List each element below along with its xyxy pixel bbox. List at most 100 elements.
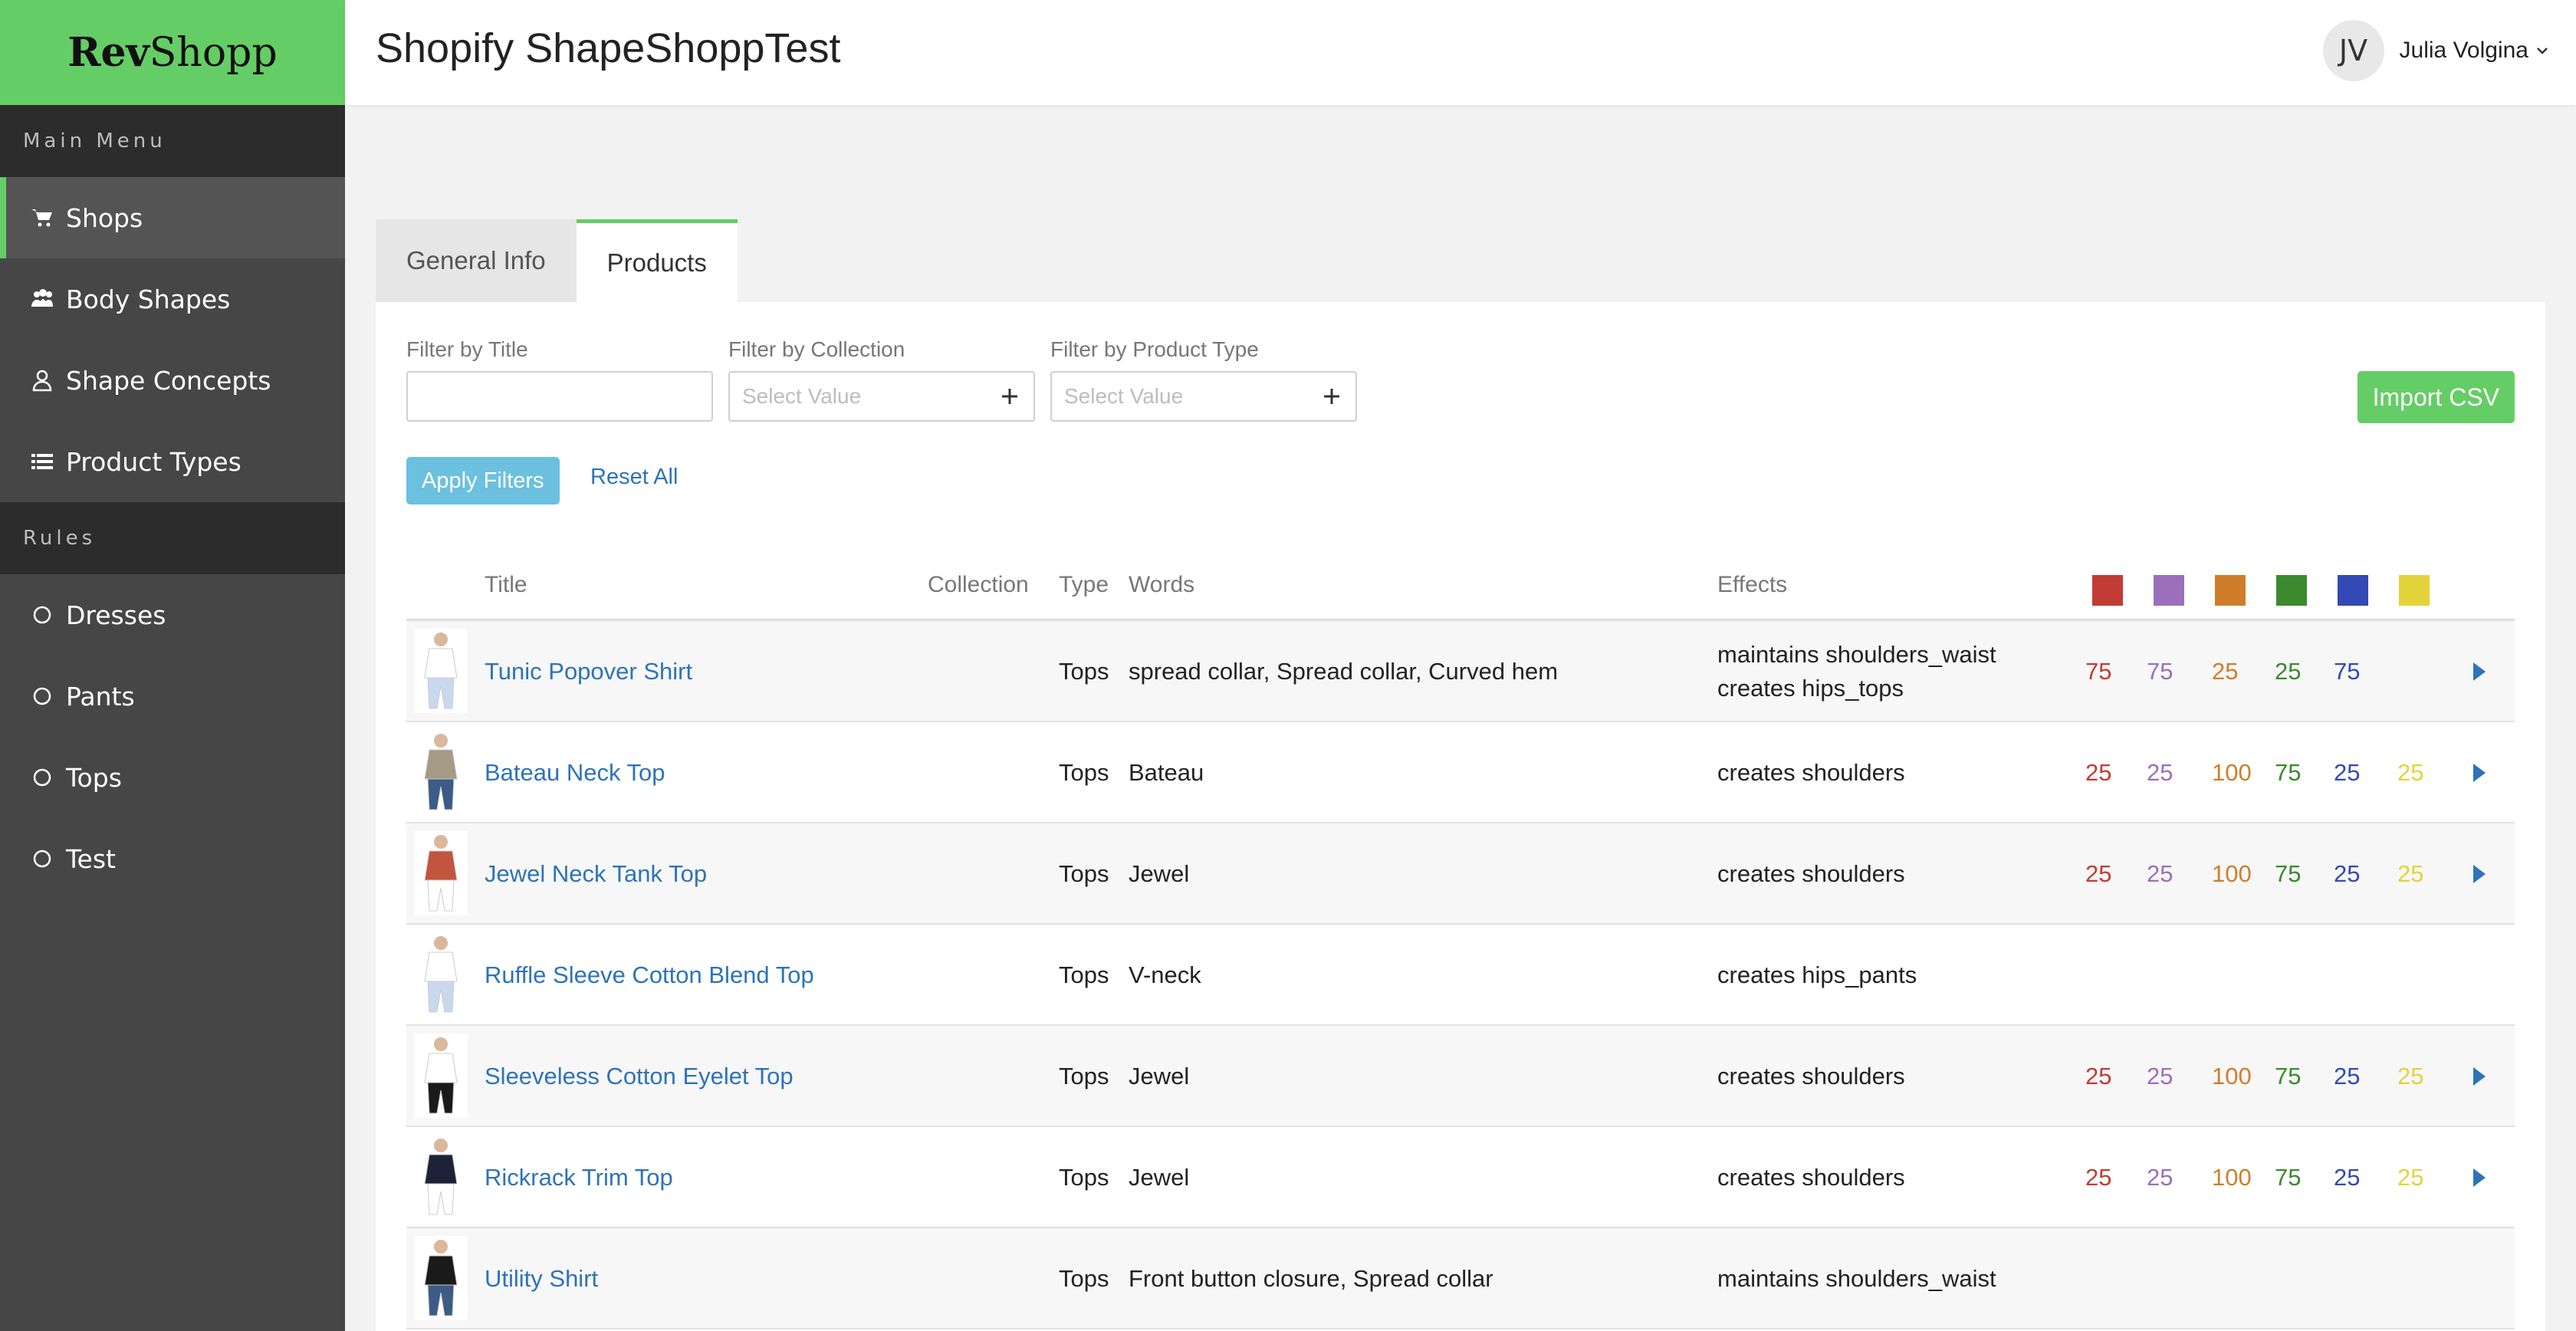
effect-line: creates shoulders <box>1717 759 1905 786</box>
score-value: 25 <box>2147 1164 2174 1191</box>
import-csv-button[interactable]: Import CSV <box>2357 371 2515 423</box>
product-type: Tops <box>1059 1164 1109 1191</box>
tab-general-info[interactable]: General Info <box>376 219 577 302</box>
product-type: Tops <box>1059 961 1109 988</box>
column-words[interactable]: Words <box>1129 572 1194 598</box>
product-title-link[interactable]: Jewel Neck Tank Top <box>485 823 707 925</box>
product-effects: creates hips_pants <box>1717 925 1917 1026</box>
table-row[interactable]: Sleeveless Cotton Eyelet Top Tops Jewel cre… <box>406 1026 2515 1127</box>
table-row[interactable]: Jewel Neck Tank Top Tops Jewel creates shou… <box>406 823 2515 925</box>
sidebar-item-body-shapes[interactable]: Body Shapes <box>0 258 345 340</box>
product-words: Jewel <box>1129 860 1190 887</box>
sidebar: Rev Shopp Main Menu Shops Body Shapes Sha… <box>0 0 345 1331</box>
sidebar-item-pants[interactable]: Pants <box>0 656 345 737</box>
score-value: 100 <box>2212 1164 2252 1191</box>
score-value: 25 <box>2397 860 2424 887</box>
score-value: 25 <box>2334 1164 2361 1191</box>
user-menu[interactable]: JV Julia Volgina <box>2322 20 2550 81</box>
filter-type-placeholder: Select Value <box>1064 384 1184 408</box>
sidebar-item-shape-concepts[interactable]: Shape Concepts <box>0 340 345 421</box>
product-title-link[interactable]: Tunic Popover Shirt <box>485 621 692 722</box>
table-row[interactable]: Ruffle Sleeve Cotton Blend Top Tops V-neck… <box>406 925 2515 1026</box>
sidebar-item-label: Pants <box>66 681 135 712</box>
apply-filters-button[interactable]: Apply Filters <box>406 457 560 504</box>
product-title-link[interactable]: Ruffle Sleeve Cotton Blend Top <box>485 925 814 1026</box>
effect-line: creates hips_pants <box>1717 961 1917 988</box>
filter-collection-placeholder: Select Value <box>742 384 862 408</box>
product-effects: creates shoulders <box>1717 1026 1905 1127</box>
plus-icon[interactable] <box>997 383 1023 409</box>
product-thumbnail[interactable] <box>414 1236 468 1320</box>
product-type: Tops <box>1059 1265 1109 1292</box>
product-thumbnail[interactable] <box>414 831 468 915</box>
filter-title-input[interactable] <box>406 371 713 422</box>
product-type: Tops <box>1059 1063 1109 1089</box>
swatch-green <box>2276 575 2307 606</box>
score-value: 75 <box>2275 860 2302 887</box>
avatar[interactable]: JV <box>2322 20 2384 81</box>
rules-header: Rules <box>0 502 345 574</box>
product-title-link[interactable]: Sleeveless Cotton Eyelet Top <box>485 1026 794 1127</box>
product-thumbnail[interactable] <box>414 1135 468 1219</box>
score-value: 75 <box>2275 1164 2302 1191</box>
circle-icon <box>29 602 55 628</box>
user-name[interactable]: Julia Volgina <box>2400 38 2528 64</box>
column-collection[interactable]: Collection <box>928 572 1029 598</box>
product-thumbnail[interactable] <box>414 730 468 814</box>
effect-line: maintains shoulders_waist <box>1717 641 1996 668</box>
chevron-down-icon[interactable] <box>2535 43 2550 58</box>
score-value: 25 <box>2334 860 2361 887</box>
sidebar-item-shops[interactable]: Shops <box>0 177 345 258</box>
table-row[interactable]: Utility Shirt Tops Front button closure, S… <box>406 1228 2515 1329</box>
tab-products[interactable]: Products <box>576 219 738 302</box>
page-title: Shopify ShapeShoppTest <box>376 25 841 71</box>
circle-icon <box>29 683 55 709</box>
score-value: 25 <box>2147 759 2174 786</box>
product-title-link[interactable]: Rickrack Trim Top <box>485 1127 673 1228</box>
effect-line: creates shoulders <box>1717 860 1905 887</box>
reset-all-link[interactable]: Reset All <box>590 465 678 490</box>
product-words: Jewel <box>1129 1063 1190 1089</box>
score-value: 25 <box>2085 1164 2112 1191</box>
filter-collection-select[interactable]: Select Value <box>728 371 1035 422</box>
table-row[interactable]: Rickrack Trim Top Tops Jewel creates should… <box>406 1127 2515 1228</box>
product-effects: maintains shoulders_waistcreates hips_to… <box>1717 621 1996 722</box>
filter-collection-label: Filter by Collection <box>728 337 905 361</box>
caret-right-icon[interactable] <box>2469 862 2490 886</box>
effect-line: creates hips_tops <box>1717 675 1904 702</box>
product-thumbnail[interactable] <box>414 629 468 713</box>
caret-right-icon[interactable] <box>2469 1165 2490 1190</box>
main-menu-header: Main Menu <box>0 105 345 177</box>
tabs: General Info Products <box>376 219 738 302</box>
list-icon <box>29 449 55 475</box>
product-title-link[interactable]: Bateau Neck Top <box>485 722 665 823</box>
logo-bold: Rev <box>67 29 150 76</box>
score-value: 75 <box>2147 658 2174 685</box>
column-type[interactable]: Type <box>1059 572 1109 598</box>
effect-line: creates shoulders <box>1717 1164 1905 1191</box>
product-thumbnail[interactable] <box>414 1034 468 1118</box>
score-value: 75 <box>2334 658 2361 685</box>
table-body: Tunic Popover Shirt Tops spread collar, Sp… <box>406 621 2515 1329</box>
table-row[interactable]: Bateau Neck Top Tops Bateau creates shoulde… <box>406 722 2515 823</box>
filter-type-label: Filter by Product Type <box>1050 337 1259 361</box>
product-thumbnail[interactable] <box>414 932 468 1017</box>
sidebar-item-test[interactable]: Test <box>0 818 345 899</box>
column-title[interactable]: Title <box>485 572 527 598</box>
caret-right-icon[interactable] <box>2469 1064 2490 1089</box>
sidebar-item-tops[interactable]: Tops <box>0 737 345 818</box>
product-title-link[interactable]: Utility Shirt <box>485 1228 598 1329</box>
caret-right-icon[interactable] <box>2469 761 2490 785</box>
cart-icon <box>29 205 55 231</box>
filter-title-label: Filter by Title <box>406 337 528 361</box>
table-header: Title Collection Type Words Effects <box>406 549 2515 621</box>
column-effects[interactable]: Effects <box>1717 572 1787 598</box>
score-value: 25 <box>2275 658 2302 685</box>
caret-right-icon[interactable] <box>2469 659 2490 684</box>
filter-type-select[interactable]: Select Value <box>1050 371 1357 422</box>
table-row[interactable]: Tunic Popover Shirt Tops spread collar, Sp… <box>406 621 2515 722</box>
sidebar-item-dresses[interactable]: Dresses <box>0 574 345 656</box>
plus-icon[interactable] <box>1319 383 1345 409</box>
logo[interactable]: Rev Shopp <box>0 0 345 105</box>
sidebar-item-product-types[interactable]: Product Types <box>0 421 345 502</box>
